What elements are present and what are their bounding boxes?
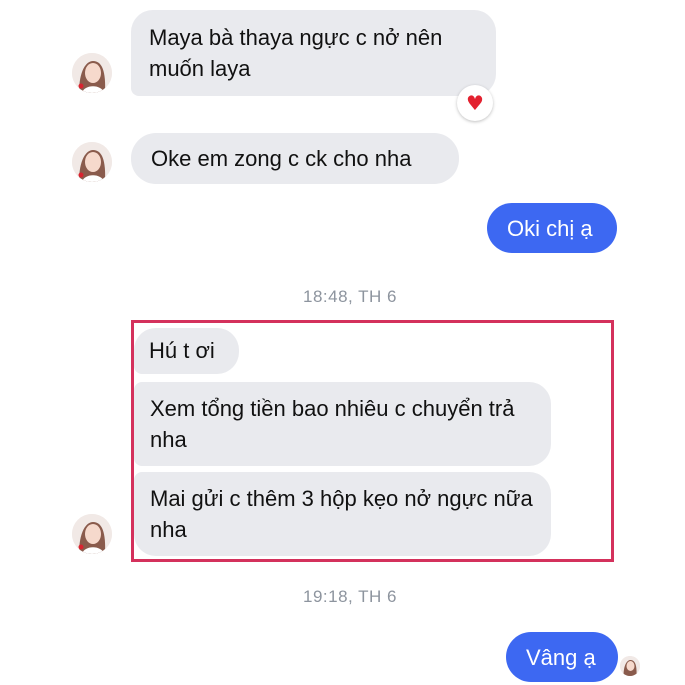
message-text: Oki chị ạ (507, 216, 593, 241)
message-bubble-3[interactable]: Oki chị ạ (487, 203, 617, 253)
seen-indicator-avatar (620, 656, 640, 676)
message-bubble-2[interactable]: Oke em zong c ck cho nha (131, 133, 459, 184)
message-bubble-4[interactable]: Hú t ơi (134, 328, 239, 374)
message-text: Oke em zong c ck cho nha (151, 146, 412, 171)
message-reaction[interactable]: ♥ (457, 85, 493, 121)
avatar-image (72, 142, 112, 182)
message-text: Mai gửi c thêm 3 hộp kẹo nở ngực nữa nha (150, 486, 533, 542)
avatar-image (72, 514, 112, 554)
sender-avatar[interactable] (72, 53, 112, 93)
message-bubble-7[interactable]: Vâng ạ (506, 632, 618, 682)
heart-icon: ♥ (466, 91, 484, 115)
sender-avatar[interactable] (72, 514, 112, 554)
timestamp: 18:48, TH 6 (302, 287, 398, 306)
message-bubble-5[interactable]: Xem tổng tiền bao nhiêu c chuyển trả nha (134, 382, 551, 466)
message-text: Maya bà thaya ngực c nở nên muốn laya (149, 25, 443, 81)
message-bubble-6[interactable]: Mai gửi c thêm 3 hộp kẹo nở ngực nữa nha (134, 472, 551, 556)
message-bubble-1[interactable]: Maya bà thaya ngực c nở nên muốn laya (131, 10, 496, 96)
chat-thread: Maya bà thaya ngực c nở nên muốn laya ♥ … (0, 0, 685, 685)
message-text: Xem tổng tiền bao nhiêu c chuyển trả nha (150, 396, 515, 452)
message-text: Vâng ạ (526, 645, 596, 670)
sender-avatar[interactable] (72, 142, 112, 182)
avatar-image (620, 656, 640, 676)
message-text: Hú t ơi (149, 338, 215, 363)
timestamp: 19:18, TH 6 (302, 587, 398, 606)
avatar-image (72, 53, 112, 93)
